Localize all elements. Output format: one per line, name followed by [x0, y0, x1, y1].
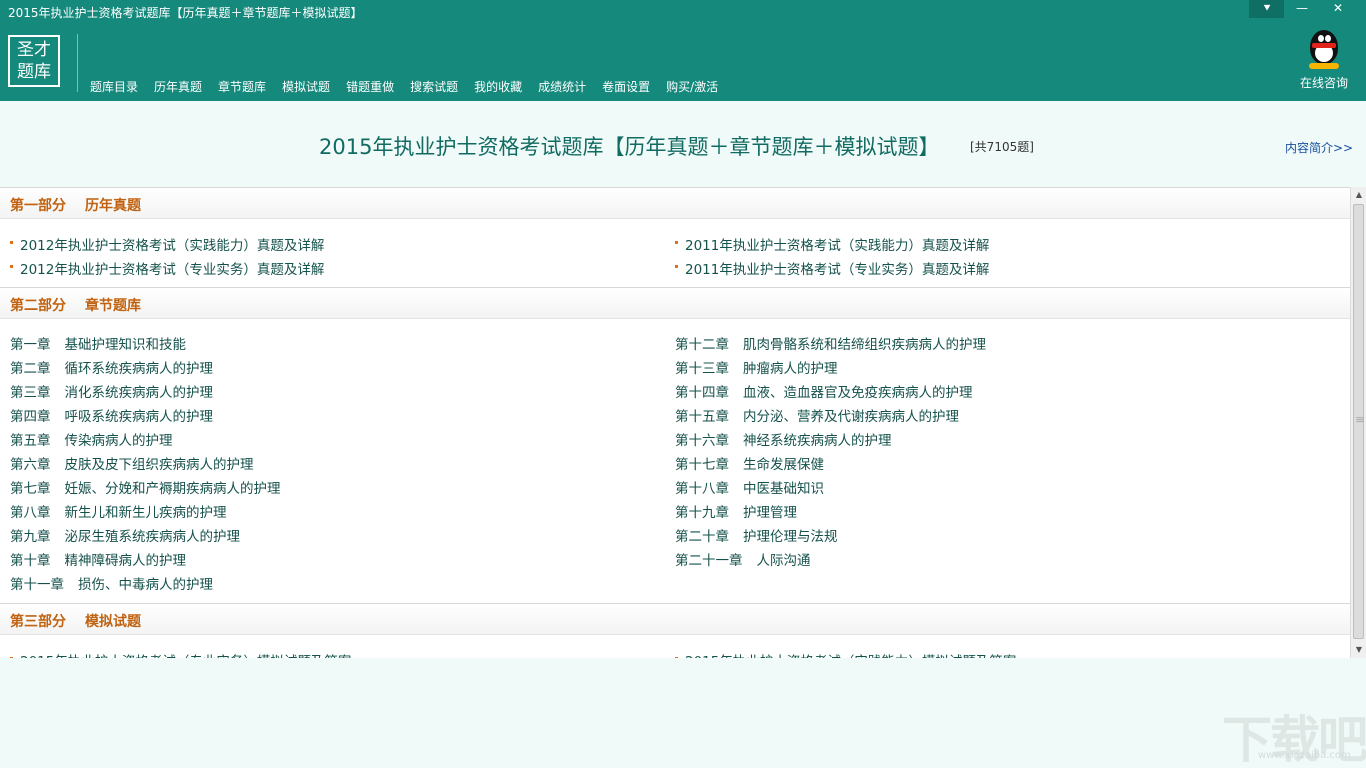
nav-item-scores[interactable]: 成绩统计: [538, 78, 586, 95]
nav-item-past-exams[interactable]: 历年真题: [154, 78, 202, 95]
menu-dropdown-button[interactable]: ⯆: [1249, 0, 1285, 18]
window-title: 2015年执业护士资格考试题库【历年真题＋章节题库＋模拟试题】: [8, 6, 363, 20]
list-item[interactable]: 2011年执业护士资格考试（实践能力）真题及详解: [685, 234, 989, 254]
chapter-item[interactable]: 第十七章 生命发展保健: [675, 453, 824, 473]
list-item[interactable]: 2015年执业护士资格考试（专业实务）模拟试题及答案: [20, 650, 351, 658]
chapter-item[interactable]: 第十五章 内分泌、营养及代谢疾病病人的护理: [675, 405, 959, 425]
question-count: [共7105题]: [970, 140, 1034, 154]
chapter-item[interactable]: 第二十章 护理伦理与法规: [675, 525, 838, 545]
scroll-down-arrow-icon[interactable]: ▼: [1351, 642, 1366, 658]
app-logo: 圣才 题库: [8, 35, 60, 87]
chapter-item[interactable]: 第二章 循环系统疾病病人的护理: [10, 357, 213, 377]
chapter-item[interactable]: 第十章 精神障碍病人的护理: [10, 549, 186, 569]
bullet-icon: [675, 241, 678, 244]
qq-penguin-icon: [1307, 30, 1341, 70]
section-header-mock-exams: 第三部分 模拟试题: [0, 604, 1350, 635]
bullet-icon: [10, 657, 13, 658]
page-header: 2015年执业护士资格考试题库【历年真题＋章节题库＋模拟试题】 [共7105题]…: [0, 101, 1366, 187]
chapter-item[interactable]: 第十四章 血液、造血器官及免疫疾病病人的护理: [675, 381, 973, 401]
nav-item-favorites[interactable]: 我的收藏: [474, 78, 522, 95]
logo-divider: [77, 34, 78, 92]
list-item[interactable]: 2012年执业护士资格考试（专业实务）真题及详解: [20, 258, 324, 278]
bullet-icon: [675, 265, 678, 268]
online-consult-button[interactable]: 在线咨询: [1296, 30, 1352, 91]
chapter-item[interactable]: 第十九章 护理管理: [675, 501, 797, 521]
main-nav: 题库目录 历年真题 章节题库 模拟试题 错题重做 搜索试题 我的收藏 成绩统计 卷面设置 购买/激…: [90, 76, 734, 95]
bullet-icon: [675, 657, 678, 658]
nav-item-purchase-activate[interactable]: 购买/激活: [666, 78, 718, 95]
chapter-item[interactable]: 第十三章 肿瘤病人的护理: [675, 357, 838, 377]
chapter-item[interactable]: 第二十一章 人际沟通: [675, 549, 811, 569]
watermark-logo: 下载吧 www.xiazaiba.com: [1222, 700, 1366, 768]
nav-item-mock-exams[interactable]: 模拟试题: [282, 78, 330, 95]
chapter-item[interactable]: 第十二章 肌肉骨骼系统和结缔组织疾病病人的护理: [675, 333, 986, 353]
chapter-item[interactable]: 第十一章 损伤、中毒病人的护理: [10, 573, 213, 593]
bullet-icon: [10, 241, 13, 244]
vertical-scrollbar[interactable]: ▲ — — — ▼: [1350, 187, 1366, 658]
nav-item-redo-wrong[interactable]: 错题重做: [346, 78, 394, 95]
catalog-list: 第一部分 历年真题 2012年执业护士资格考试（实践能力）真题及详解 2012年…: [0, 187, 1350, 658]
grip-icon: — — —: [1356, 413, 1364, 426]
scrollbar-thumb[interactable]: — — —: [1353, 204, 1364, 639]
section-part-label: 第二部分: [10, 298, 66, 314]
nav-item-catalog[interactable]: 题库目录: [90, 78, 138, 95]
chapter-item[interactable]: 第七章 妊娠、分娩和产褥期疾病病人的护理: [10, 477, 281, 497]
nav-item-search[interactable]: 搜索试题: [410, 78, 458, 95]
scroll-up-arrow-icon[interactable]: ▲: [1351, 187, 1366, 203]
watermark-url: www.xiazaiba.com: [1258, 750, 1351, 761]
minimize-button[interactable]: —: [1284, 0, 1320, 18]
nav-bar: 圣才 题库 题库目录 历年真题 章节题库 模拟试题 错题重做 搜索试题 我的收藏 成绩统计 卷面…: [0, 24, 1366, 101]
chapter-item[interactable]: 第九章 泌尿生殖系统疾病病人的护理: [10, 525, 240, 545]
online-consult-label: 在线咨询: [1299, 76, 1348, 90]
section-part-label: 第一部分: [10, 198, 66, 214]
section-name: 历年真题: [85, 198, 141, 214]
nav-item-chapters[interactable]: 章节题库: [218, 78, 266, 95]
title-bar: 2015年执业护士资格考试题库【历年真题＋章节题库＋模拟试题】 ⯆ — ✕: [0, 0, 1366, 24]
chapter-item[interactable]: 第四章 呼吸系统疾病病人的护理: [10, 405, 213, 425]
nav-item-paper-settings[interactable]: 卷面设置: [602, 78, 650, 95]
section-header-past-exams: 第一部分 历年真题: [0, 188, 1350, 219]
section-header-chapters: 第二部分 章节题库: [0, 288, 1350, 319]
list-item[interactable]: 2011年执业护士资格考试（专业实务）真题及详解: [685, 258, 989, 278]
chapter-item[interactable]: 第五章 传染病病人的护理: [10, 429, 173, 449]
section-part-label: 第三部分: [10, 614, 66, 630]
chapter-item[interactable]: 第六章 皮肤及皮下组织疾病病人的护理: [10, 453, 254, 473]
chapter-item[interactable]: 第三章 消化系统疾病病人的护理: [10, 381, 213, 401]
close-button[interactable]: ✕: [1319, 0, 1357, 18]
section-name: 模拟试题: [85, 614, 141, 630]
list-item[interactable]: 2012年执业护士资格考试（实践能力）真题及详解: [20, 234, 324, 254]
bullet-icon: [10, 265, 13, 268]
list-item[interactable]: 2015年执业护士资格考试（实践能力）模拟试题及答案: [685, 650, 1016, 658]
chapter-item[interactable]: 第一章 基础护理知识和技能: [10, 333, 186, 353]
chapter-item[interactable]: 第八章 新生儿和新生儿疾病的护理: [10, 501, 227, 521]
chapter-item[interactable]: 第十八章 中医基础知识: [675, 477, 824, 497]
section-name: 章节题库: [85, 298, 141, 314]
chapter-item[interactable]: 第十六章 神经系统疾病病人的护理: [675, 429, 892, 449]
intro-link[interactable]: 内容简介>>: [1285, 139, 1353, 156]
page-title: 2015年执业护士资格考试题库【历年真题＋章节题库＋模拟试题】: [319, 135, 940, 159]
